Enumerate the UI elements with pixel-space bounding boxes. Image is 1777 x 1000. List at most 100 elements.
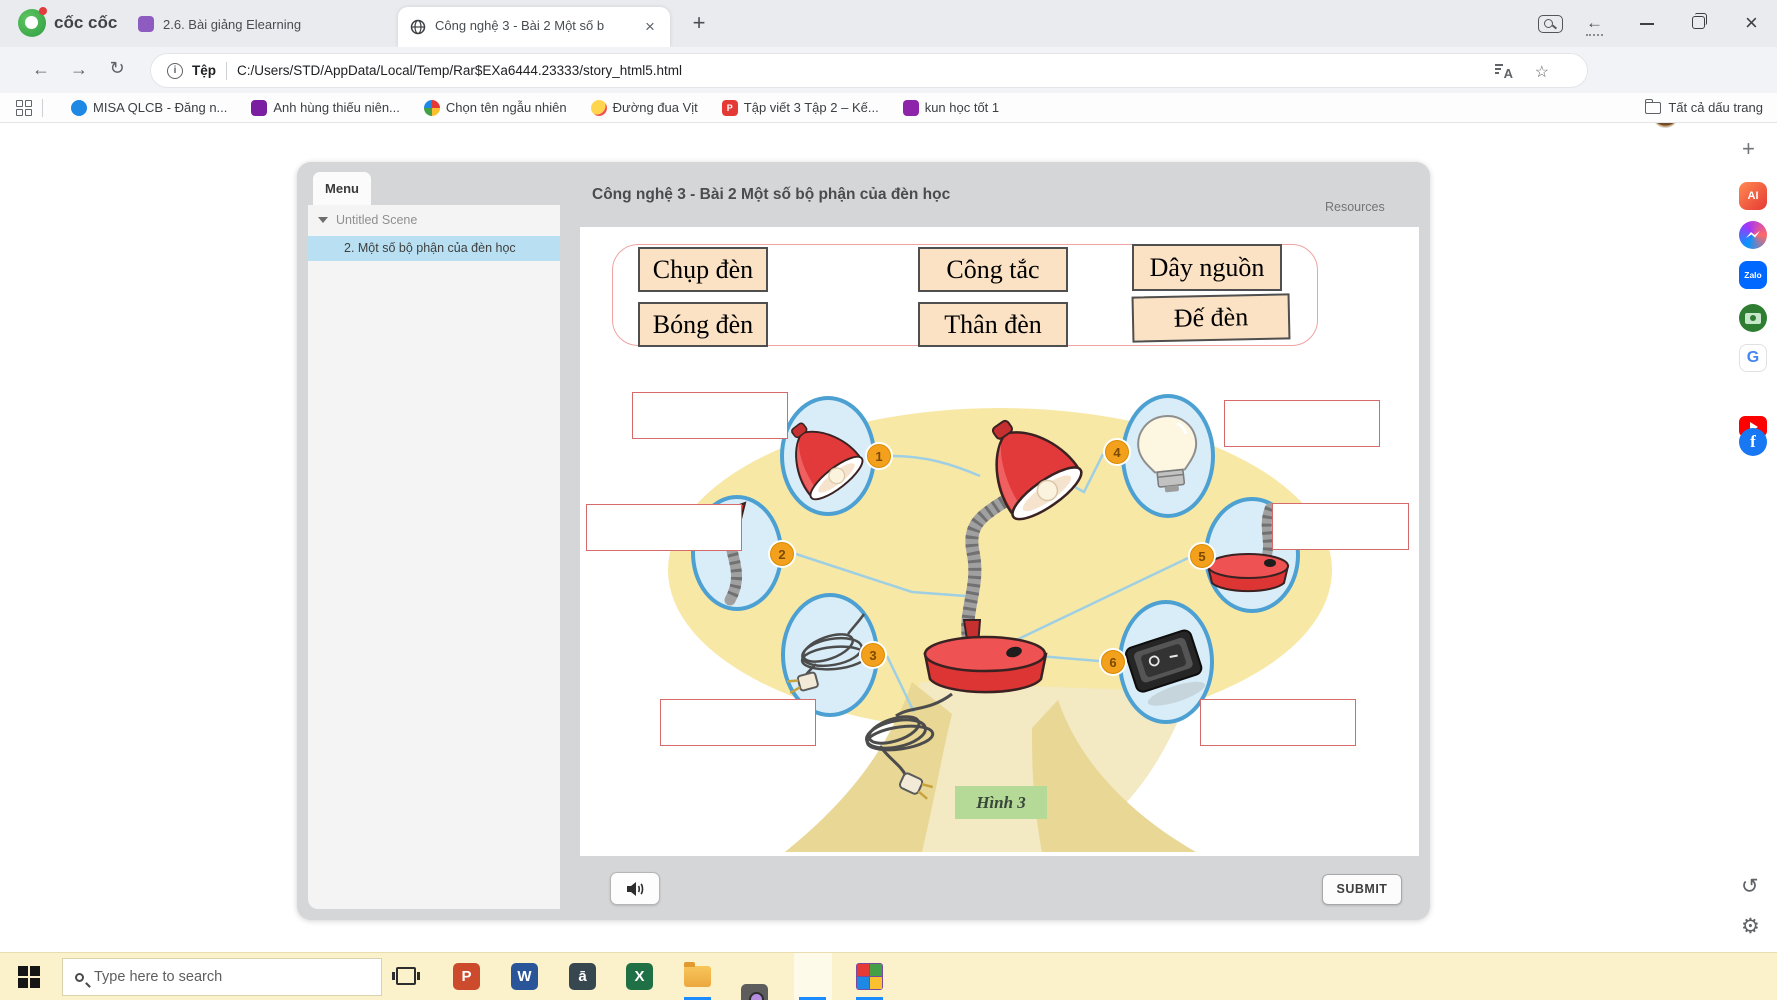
svg-text:5: 5 [1198,549,1205,564]
svg-text:6: 6 [1109,655,1116,670]
audio-button[interactable] [610,872,660,905]
tab-favicon [138,16,154,32]
file-scheme-label: Tệp [192,63,216,78]
bookmarks-bar: MISA QLCB - Đăng n... Anh hùng thiếu niê… [0,93,1777,123]
history-icon[interactable]: ↺ [1741,874,1759,898]
bookmark-item[interactable]: Anh hùng thiếu niên... [251,100,400,116]
document-icon: P [722,100,738,116]
minimize-button[interactable] [1640,23,1654,25]
elearning-player-window: Menu Untitled Scene 2. Một số bộ phận củ… [297,162,1430,920]
svg-text:4: 4 [1113,445,1121,460]
answer-box-3[interactable] [660,699,816,746]
bookmark-item[interactable]: PTập viết 3 Tập 2 – Kế... [722,100,879,116]
tab-label: 2.6. Bài giảng Elearning [163,17,301,32]
part-circle-switch [1120,602,1212,722]
answer-box-5[interactable] [1272,503,1409,550]
word-icon[interactable]: W [511,963,538,990]
coccoc-logo-icon [18,9,46,37]
slide-area: Chụp đèn Công tắc Dây nguồn Bóng đèn Thâ… [580,227,1419,856]
menu-tab[interactable]: Menu [313,172,371,205]
word-card[interactable]: Dây nguồn [1132,244,1282,291]
part-circle-bulb [1123,396,1213,516]
duck-icon [591,100,607,116]
word-card[interactable]: Thân đèn [918,302,1068,347]
answer-box-2[interactable] [586,504,742,551]
collapse-triangle-icon [318,217,328,223]
google-icon[interactable]: G [1739,344,1767,372]
word-card[interactable]: Bóng đèn [638,302,768,347]
reload-icon[interactable]: ↻ [104,56,130,82]
translate-icon[interactable]: A [1495,63,1513,81]
bookmark-star-icon[interactable]: ☆ [1535,62,1549,82]
close-window-button[interactable]: × [1745,10,1758,36]
bookmark-item[interactable]: Đường đua Vịt [591,100,698,116]
wheel-icon [424,100,440,116]
scene-label: Untitled Scene [336,213,417,227]
answer-box-6[interactable] [1200,699,1356,746]
word-card[interactable]: Công tắc [918,247,1068,292]
svg-text:3: 3 [869,648,876,663]
search-magnifier-icon [75,973,84,982]
tab-elearning[interactable]: 2.6. Bài giảng Elearning [128,10,378,38]
ai-chat-icon[interactable]: AI [1739,182,1767,210]
powerpoint-icon[interactable]: P [453,963,480,990]
settings-gear-icon[interactable]: ⚙ [1741,914,1760,938]
active-app-highlight [794,953,832,1000]
answer-box-4[interactable] [1224,400,1380,447]
url-text[interactable]: C:/Users/STD/AppData/Local/Temp/Rar$EXa6… [237,63,682,78]
answer-box-1[interactable] [632,392,788,439]
winrar-icon[interactable] [856,963,883,990]
divider [42,99,43,117]
zalo-icon[interactable]: Zalo [1739,261,1767,289]
toolbar: ← → ↻ i Tệp C:/Users/STD/AppData/Local/T… [0,47,1777,93]
all-bookmarks-button[interactable]: Tất cả dấu trang [1645,100,1763,115]
taskbar-search-box[interactable]: Type here to search [62,958,382,996]
maximize-button[interactable] [1692,16,1705,29]
screen: cốc cốc 2.6. Bài giảng Elearning Công ng… [0,0,1777,1000]
lesson-title: Công nghệ 3 - Bài 2 Một số bộ phận của đ… [592,186,950,204]
word-card[interactable]: Chụp đèn [638,247,768,292]
page-info-icon[interactable]: i [167,63,183,79]
back-icon[interactable]: ← [28,56,54,82]
windows-taskbar: Type here to search P W ā X [0,952,1777,1000]
tab-active[interactable]: Công nghệ 3 - Bài 2 Một số b × [398,7,670,47]
scene-group[interactable]: Untitled Scene [318,213,417,227]
submit-button[interactable]: SUBMIT [1322,874,1402,905]
book-icon [251,100,267,116]
resources-link[interactable]: Resources [1325,200,1415,214]
globe-icon [410,19,426,35]
messenger-icon[interactable] [1739,221,1767,249]
speaker-icon [626,881,644,897]
search-tabs-icon[interactable] [1538,15,1563,33]
scene-item-selected[interactable]: 2. Một số bộ phận của đèn học [308,236,560,261]
sidebar-add-icon[interactable]: + [1742,136,1755,162]
apps-grid-icon[interactable] [16,100,32,116]
tab-strip: cốc cốc 2.6. Bài giảng Elearning Công ng… [0,0,1777,47]
browser-brand: cốc cốc [54,13,117,33]
tab-label: Công nghệ 3 - Bài 2 Một số b [435,18,631,33]
task-view-icon[interactable] [396,967,416,985]
excel-icon[interactable]: X [626,963,653,990]
new-tab-button[interactable]: + [686,10,712,36]
misa-icon [71,100,87,116]
bookmark-item[interactable]: kun học tốt 1 [903,100,999,116]
file-explorer-icon[interactable] [684,966,711,987]
divider [226,62,227,80]
address-bar[interactable]: i Tệp C:/Users/STD/AppData/Local/Temp/Ra… [150,53,1588,88]
word-card[interactable]: Đế đèn [1132,293,1291,342]
facebook-icon[interactable]: f [1739,428,1767,456]
svg-text:1: 1 [875,449,882,464]
tab-close-icon[interactable]: × [640,17,660,37]
browser-logo: cốc cốc [18,9,117,37]
dictionary-app-icon[interactable]: ā [569,963,596,990]
reopen-tab-icon[interactable]: ← [1586,13,1603,36]
bookmark-item[interactable]: MISA QLCB - Đăng n... [71,100,227,116]
book-icon [903,100,919,116]
forward-icon[interactable]: → [66,56,92,82]
camera-app-icon[interactable] [741,984,768,1000]
figure-caption: Hình 3 [955,786,1047,819]
svg-text:2: 2 [778,547,785,562]
green-camera-icon[interactable] [1739,304,1767,332]
bookmark-item[interactable]: Chọn tên ngẫu nhiên [424,100,567,116]
start-button-icon[interactable] [18,966,40,988]
